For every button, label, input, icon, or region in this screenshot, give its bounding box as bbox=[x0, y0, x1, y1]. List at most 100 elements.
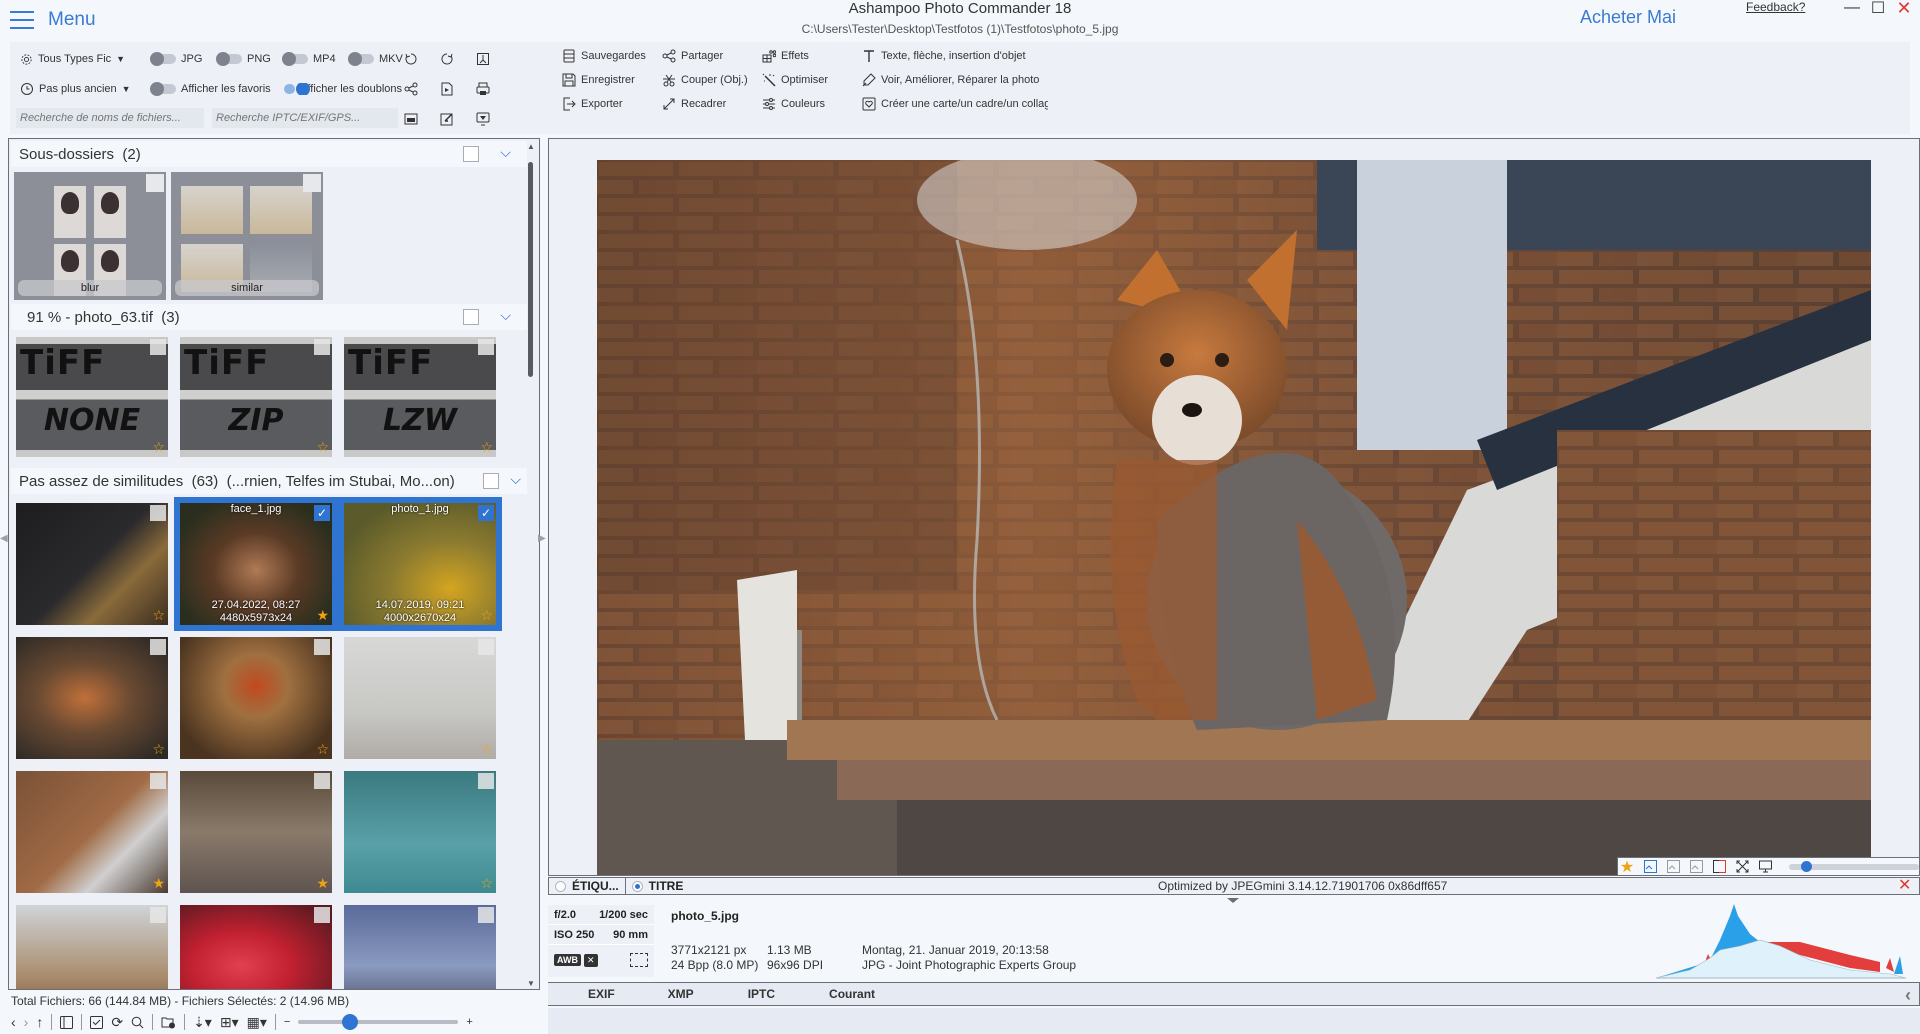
thumbnail[interactable]: ☆ bbox=[344, 637, 496, 759]
star-outline-icon[interactable]: ☆ bbox=[152, 741, 165, 758]
thumbnail-size-slider[interactable] bbox=[298, 1014, 459, 1030]
toggle-switch[interactable] bbox=[282, 52, 308, 66]
folder-checkbox[interactable] bbox=[303, 174, 321, 192]
collapse-left-arrow[interactable]: ◀ bbox=[0, 530, 8, 544]
thumbnail-size-knob[interactable] bbox=[341, 1014, 358, 1030]
tab-xmp[interactable]: XMP bbox=[668, 987, 694, 1001]
chevron-down-icon[interactable]: ⌵ bbox=[510, 471, 521, 488]
star-outline-icon[interactable]: ☆ bbox=[316, 439, 329, 456]
forward-icon[interactable]: › bbox=[24, 1014, 29, 1030]
chevron-down-icon[interactable]: ⌵ bbox=[500, 307, 511, 324]
scroll-up-arrow[interactable]: ▲ bbox=[527, 142, 535, 151]
thumbnail[interactable]: ☆ bbox=[180, 905, 332, 989]
thumbnail-checkbox[interactable] bbox=[314, 639, 330, 655]
group-header-not-similar[interactable]: Pas assez de similitudes (63) (...rnien,… bbox=[11, 468, 527, 494]
thumbnail-checkbox[interactable] bbox=[478, 339, 494, 355]
group-checkbox[interactable] bbox=[483, 473, 499, 489]
thumbnail[interactable]: ☆ bbox=[344, 771, 496, 893]
chevron-left-icon[interactable]: ‹ bbox=[1905, 985, 1911, 1006]
refresh-icon[interactable]: ⟳ bbox=[111, 1014, 123, 1031]
up-icon[interactable]: ↑ bbox=[36, 1014, 43, 1030]
expand-caret-icon[interactable] bbox=[1227, 898, 1239, 903]
thumbnail[interactable]: ☆ bbox=[16, 503, 168, 625]
file-type-dropdown[interactable]: Tous Types Fic ▼ bbox=[20, 53, 132, 66]
thumbnail[interactable]: ☆ bbox=[16, 637, 168, 759]
scroll-thumb[interactable] bbox=[528, 162, 533, 377]
toggle-mp4[interactable]: MP4 bbox=[282, 52, 350, 66]
slideshow-icon[interactable] bbox=[473, 109, 493, 129]
create-card-frame-collage-button[interactable]: Créer une carte/un cadre/un collage bbox=[862, 97, 1048, 111]
sort-icon[interactable]: ⇣▾ bbox=[193, 1014, 212, 1031]
grid-view-icon[interactable] bbox=[1689, 860, 1703, 874]
filename-search-input[interactable] bbox=[16, 108, 204, 128]
thumbnail[interactable]: ★ bbox=[180, 771, 332, 893]
star-outline-icon[interactable]: ☆ bbox=[152, 439, 165, 456]
thumbnail-checkbox[interactable] bbox=[150, 505, 166, 521]
thumbnail[interactable]: ☆ bbox=[344, 905, 496, 989]
radio-button[interactable] bbox=[631, 880, 643, 892]
view-mode-icon[interactable]: ▦▾ bbox=[247, 1014, 267, 1031]
optimize-button[interactable]: Optimiser bbox=[762, 73, 828, 87]
rotate-left-icon[interactable] bbox=[401, 49, 421, 69]
edit-file-icon[interactable] bbox=[437, 109, 457, 129]
minimize-button[interactable]: — bbox=[1844, 0, 1860, 16]
search-icon[interactable] bbox=[131, 1016, 144, 1029]
red-eye-icon[interactable] bbox=[1712, 860, 1726, 874]
expand-right-arrow[interactable]: ▶ bbox=[538, 530, 546, 544]
back-icon[interactable]: ‹ bbox=[11, 1014, 16, 1030]
toggle-jpg[interactable]: JPG bbox=[150, 52, 218, 66]
share-icon[interactable] bbox=[401, 79, 421, 99]
close-button[interactable]: ✕ bbox=[1896, 0, 1912, 18]
star-icon[interactable]: ★ bbox=[1620, 859, 1634, 876]
maximize-button[interactable]: ☐ bbox=[1870, 0, 1886, 17]
compare-view-icon[interactable] bbox=[1666, 860, 1680, 874]
folder-similar[interactable]: similar bbox=[171, 172, 323, 300]
thumbnail-checkbox[interactable]: ✓ bbox=[314, 505, 330, 521]
star-filled-icon[interactable]: ★ bbox=[316, 875, 329, 892]
thumbnail-checkbox[interactable]: ✓ bbox=[478, 505, 494, 521]
thumbnail-checkbox[interactable] bbox=[478, 907, 494, 923]
thumbnail-checkbox[interactable] bbox=[150, 907, 166, 923]
thumb-size-decrease[interactable]: − bbox=[284, 1016, 290, 1028]
select-icon[interactable] bbox=[90, 1015, 104, 1029]
toggle-duplicates[interactable]: Afficher les doublons bbox=[284, 83, 402, 95]
toggle-switch[interactable] bbox=[150, 82, 176, 96]
star-outline-icon[interactable]: ☆ bbox=[480, 875, 493, 892]
feedback-link[interactable]: Feedback? bbox=[1746, 0, 1805, 14]
thumbnail[interactable]: ★ bbox=[16, 771, 168, 893]
monitor-icon[interactable] bbox=[1758, 860, 1772, 874]
group-header-duplicates[interactable]: 91 % - photo_63.tif (3) ⌵ bbox=[11, 304, 527, 330]
group-checkbox[interactable] bbox=[463, 146, 479, 162]
thumbnail-checkbox[interactable] bbox=[150, 639, 166, 655]
star-outline-icon[interactable]: ☆ bbox=[480, 607, 493, 624]
thumbnail-checkbox[interactable] bbox=[150, 339, 166, 355]
layout-icon[interactable]: ⊞▾ bbox=[220, 1014, 239, 1031]
import-file-icon[interactable] bbox=[437, 79, 457, 99]
star-outline-icon[interactable]: ☆ bbox=[152, 607, 165, 624]
view-enhance-repair-button[interactable]: Voir, Améliorer, Réparer la photo bbox=[862, 73, 1048, 87]
toggle-switch[interactable] bbox=[284, 83, 311, 95]
chevron-down-icon[interactable]: ⌵ bbox=[500, 144, 511, 161]
panel-toggle-icon[interactable] bbox=[60, 1015, 74, 1029]
photo-view-icon[interactable] bbox=[1643, 860, 1657, 874]
thumbnail[interactable]: ☆ bbox=[180, 637, 332, 759]
thumbnail-checkbox[interactable] bbox=[314, 773, 330, 789]
tab-title[interactable]: TITRE bbox=[626, 878, 690, 894]
cut-object-button[interactable]: Couper (Obj.) bbox=[662, 73, 748, 87]
radio-button[interactable] bbox=[555, 880, 566, 892]
scan-icon[interactable] bbox=[401, 109, 421, 129]
toggle-mkv[interactable]: MKV bbox=[348, 52, 404, 66]
text-arrow-insert-button[interactable]: Texte, flèche, insertion d'objet bbox=[862, 49, 1048, 63]
age-dropdown[interactable]: Pas plus ancien ▼ bbox=[20, 82, 132, 96]
fullscreen-icon[interactable] bbox=[1735, 860, 1749, 874]
star-outline-icon[interactable]: ☆ bbox=[316, 741, 329, 758]
effects-button[interactable]: Effets bbox=[762, 49, 828, 63]
scroll-down-arrow[interactable]: ▼ bbox=[527, 979, 535, 988]
thumbnail-checkbox[interactable] bbox=[150, 773, 166, 789]
metadata-search-input[interactable] bbox=[212, 108, 398, 128]
thumbnail[interactable]: TiFF ZIP ☆ bbox=[180, 337, 332, 457]
thumb-size-increase[interactable]: + bbox=[466, 1016, 472, 1028]
folder-blur[interactable]: blur bbox=[14, 172, 166, 300]
rotate-right-icon[interactable] bbox=[437, 49, 457, 69]
toggle-favorites[interactable]: Afficher les favoris bbox=[150, 82, 284, 96]
